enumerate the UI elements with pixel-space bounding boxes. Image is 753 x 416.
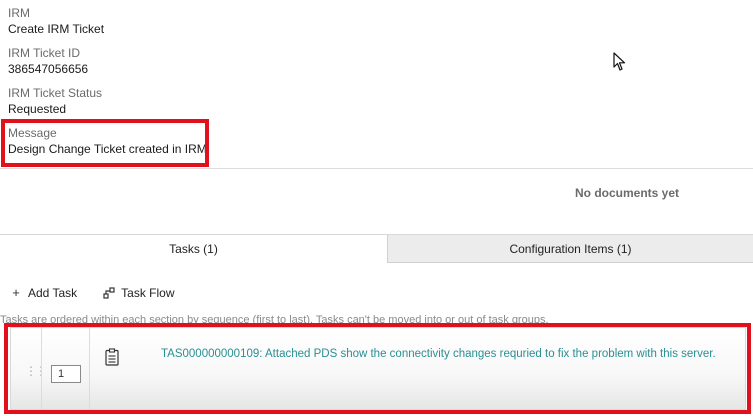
field-label: IRM Ticket Status	[8, 86, 103, 100]
field-irm-ticket-status: IRM Ticket Status Requested	[8, 86, 102, 117]
mouse-cursor-icon	[613, 52, 626, 71]
field-label: IRM Ticket ID	[8, 46, 81, 60]
add-task-button[interactable]: + Add Task	[10, 285, 77, 300]
plus-icon: +	[12, 285, 20, 300]
task-flow-button[interactable]: Task Flow	[103, 285, 175, 300]
section-divider	[0, 168, 753, 169]
add-task-label: Add Task	[28, 285, 78, 300]
field-value: 386547056656	[8, 62, 89, 76]
field-irm-ticket-id: IRM Ticket ID 386547056656	[8, 46, 88, 77]
message-highlight-box	[1, 119, 209, 167]
field-value: Requested	[8, 102, 67, 116]
tab-tasks[interactable]: Tasks (1)	[0, 235, 388, 263]
tab-bar: Tasks (1) Configuration Items (1)	[0, 234, 753, 263]
no-documents-text: No documents yet	[575, 186, 680, 200]
field-value: Create IRM Ticket	[8, 22, 105, 36]
task-highlight-box	[4, 323, 751, 414]
field-irm: IRM Create IRM Ticket	[8, 6, 104, 37]
task-flow-icon	[103, 286, 115, 299]
tab-configuration-items[interactable]: Configuration Items (1)	[388, 235, 753, 263]
task-flow-label: Task Flow	[121, 285, 175, 300]
field-label: IRM	[8, 6, 30, 20]
task-toolbar: + Add Task Task Flow	[10, 285, 175, 300]
